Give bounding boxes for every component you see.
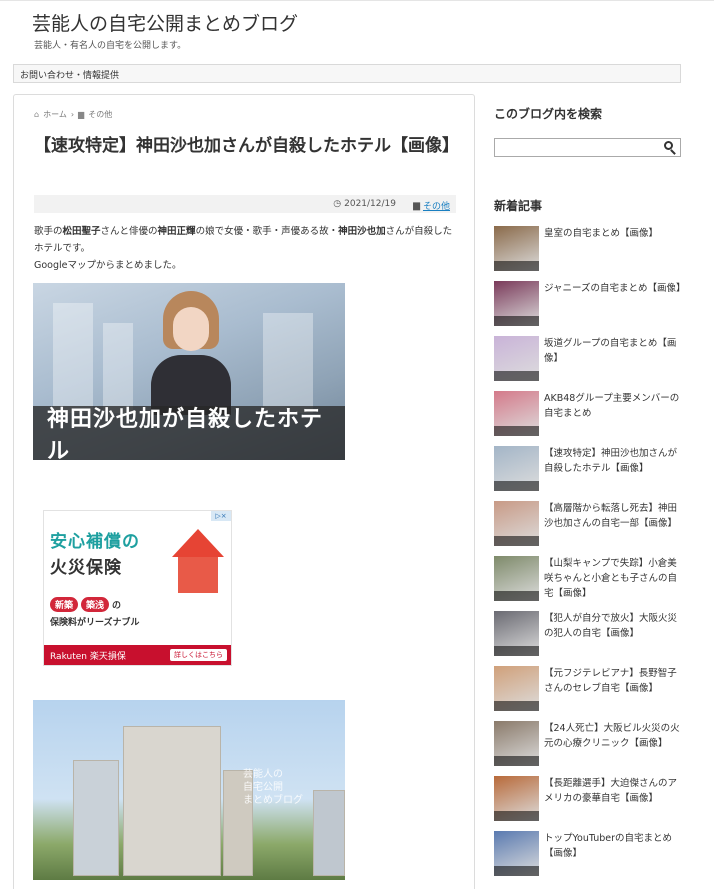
ad-badges: 新築 築浅 の <box>50 597 121 612</box>
sidebar: このブログ内を検索 新着記事 皇室の自宅まとめ【画像】 ジャニーズの自宅まとめ【画… <box>494 0 686 889</box>
list-item[interactable]: AKB48グループ主要メンバーの自宅まとめ <box>494 391 684 439</box>
clock-icon: ◷ <box>333 199 342 209</box>
list-item[interactable]: ジャニーズの自宅まとめ【画像】 <box>494 281 686 329</box>
intro-text: の娘で女優・歌手・声優ある故・ <box>195 226 339 237</box>
article-title: 【速攻特定】神田沙也加さんが自殺したホテル【画像】 <box>34 136 459 156</box>
post-thumbnail[interactable] <box>494 666 539 711</box>
list-item[interactable]: 皇室の自宅まとめ【画像】 <box>494 226 684 274</box>
post-thumbnail[interactable] <box>494 776 539 821</box>
post-date-text: 2021/12/19 <box>344 199 396 209</box>
post-link[interactable]: トップYouTuberの自宅まとめ【画像】 <box>544 831 682 861</box>
list-item[interactable]: 【24人死亡】大阪ビル火災の火元の心療クリニック【画像】 <box>494 721 684 769</box>
hotel-image: 芸能人の 自宅公開 まとめブログ <box>33 700 345 880</box>
watermark-line: まとめブログ <box>243 795 303 806</box>
post-thumbnail[interactable] <box>494 336 539 381</box>
post-link[interactable]: 【犯人が自分で放火】大阪火災の犯人の自宅【画像】 <box>544 611 682 641</box>
house-icon <box>172 529 224 599</box>
watermark-line: 自宅公開 <box>243 782 283 793</box>
post-link[interactable]: ジャニーズの自宅まとめ【画像】 <box>544 281 686 296</box>
intro-bold: 神田沙也加 <box>338 226 386 237</box>
site-title[interactable]: 芸能人の自宅公開まとめブログ <box>32 9 298 36</box>
ad-text: 保険料がリーズナブル <box>50 618 140 628</box>
post-link[interactable]: 【山梨キャンプで失踪】小倉美咲ちゃんと小倉とも子さんの自宅【画像】 <box>544 556 682 601</box>
search-heading: このブログ内を検索 <box>494 107 603 121</box>
post-link[interactable]: 【24人死亡】大阪ビル火災の火元の心療クリニック【画像】 <box>544 721 682 751</box>
home-icon: ⌂ <box>34 110 40 119</box>
list-item[interactable]: 【高層階から転落し死去】神田沙也加さんの自宅一部【画像】 <box>494 501 684 549</box>
list-item[interactable]: 【犯人が自分で放火】大阪火災の犯人の自宅【画像】 <box>494 611 684 659</box>
article-container: ⌂ ホーム › ▆ その他 【速攻特定】神田沙也加さんが自殺したホテル【画像】 … <box>13 94 475 889</box>
recent-posts-heading: 新着記事 <box>494 199 543 213</box>
post-thumbnail[interactable] <box>494 611 539 656</box>
list-item[interactable]: 坂道グループの自宅まとめ【画像】 <box>494 336 684 384</box>
intro-bold: 神田正輝 <box>157 226 196 237</box>
list-item[interactable]: 【山梨キャンプで失踪】小倉美咲ちゃんと小倉とも子さんの自宅【画像】 <box>494 556 684 604</box>
post-category-link[interactable]: その他 <box>423 199 450 212</box>
post-thumbnail[interactable] <box>494 556 539 601</box>
ad-badge-tail: の <box>112 601 122 611</box>
post-date: ◷ 2021/12/19 <box>333 199 396 209</box>
post-link[interactable]: AKB48グループ主要メンバーの自宅まとめ <box>544 391 682 421</box>
intro-text: Googleマップからまとめました。 <box>34 260 182 271</box>
post-link[interactable]: 【速攻特定】神田沙也加さんが自殺したホテル【画像】 <box>544 446 682 476</box>
post-link[interactable]: 皇室の自宅まとめ【画像】 <box>544 226 682 241</box>
ad-footer: Rakuten 楽天損保 詳しくはこちら <box>44 645 231 665</box>
ad-headline-1: 安心補償の <box>50 532 140 552</box>
nav-contact-link[interactable]: お問い合わせ・情報提供 <box>20 68 119 81</box>
folder-icon: ▆ <box>413 200 420 211</box>
image-watermark: 芸能人の 自宅公開 まとめブログ <box>243 768 303 807</box>
post-thumbnail[interactable] <box>494 281 539 326</box>
article-meta: ◷ 2021/12/19 ▆ その他 <box>34 195 456 213</box>
list-item[interactable]: 【元フジテレビアナ】長野智子さんのセレブ自宅【画像】 <box>494 666 684 714</box>
post-thumbnail[interactable] <box>494 721 539 766</box>
post-link[interactable]: 【元フジテレビアナ】長野智子さんのセレブ自宅【画像】 <box>544 666 682 696</box>
list-item[interactable]: トップYouTuberの自宅まとめ【画像】 <box>494 831 684 879</box>
intro-text: 歌手の <box>34 226 63 237</box>
breadcrumb-home[interactable]: ホーム <box>43 109 67 120</box>
breadcrumb-category[interactable]: その他 <box>88 109 112 120</box>
ad-brand: Rakuten 楽天損保 <box>50 651 126 662</box>
post-thumbnail[interactable] <box>494 391 539 436</box>
list-item[interactable]: 【長距離選手】大迫傑さんのアメリカの豪華自宅【画像】 <box>494 776 684 824</box>
post-link[interactable]: 【高層階から転落し死去】神田沙也加さんの自宅一部【画像】 <box>544 501 682 531</box>
folder-icon: ▆ <box>78 110 85 119</box>
image-caption: 神田沙也加が自殺したホテル <box>33 406 345 460</box>
ad-headline-2: 火災保険 <box>50 558 122 578</box>
article-intro: 歌手の松田聖子さんと俳優の神田正輝の娘で女優・歌手・声優ある故・神田沙也加さんが… <box>34 223 459 274</box>
site-description: 芸能人・有名人の自宅を公開します。 <box>34 41 187 51</box>
watermark-line: 芸能人の <box>243 769 283 780</box>
breadcrumb: ⌂ ホーム › ▆ その他 <box>34 109 112 120</box>
intro-text: さんと俳優の <box>100 226 158 237</box>
list-item[interactable]: 【速攻特定】神田沙也加さんが自殺したホテル【画像】 <box>494 446 684 494</box>
post-thumbnail[interactable] <box>494 226 539 271</box>
ad-choices-icon[interactable]: ▷× <box>211 511 231 521</box>
ad-badge: 築浅 <box>81 597 110 612</box>
post-thumbnail[interactable] <box>494 446 539 491</box>
intro-bold: 松田聖子 <box>62 226 101 237</box>
ad-banner[interactable]: ▷× 安心補償の 火災保険 新築 築浅 の 保険料がリーズナブル Rakuten… <box>43 510 232 666</box>
search-input[interactable] <box>495 142 655 160</box>
post-thumbnail[interactable] <box>494 831 539 876</box>
post-link[interactable]: 【長距離選手】大迫傑さんのアメリカの豪華自宅【画像】 <box>544 776 682 806</box>
post-link[interactable]: 坂道グループの自宅まとめ【画像】 <box>544 336 682 366</box>
post-thumbnail[interactable] <box>494 501 539 546</box>
search-box <box>494 138 681 160</box>
search-button[interactable] <box>663 140 677 155</box>
ad-badge: 新築 <box>50 597 79 612</box>
post-category: ▆ その他 <box>413 199 450 213</box>
person-photo <box>151 291 231 415</box>
ad-cta-button[interactable]: 詳しくはこちら <box>170 649 227 661</box>
featured-image: 神田沙也加が自殺したホテル <box>33 283 345 460</box>
breadcrumb-separator: › <box>70 110 75 119</box>
